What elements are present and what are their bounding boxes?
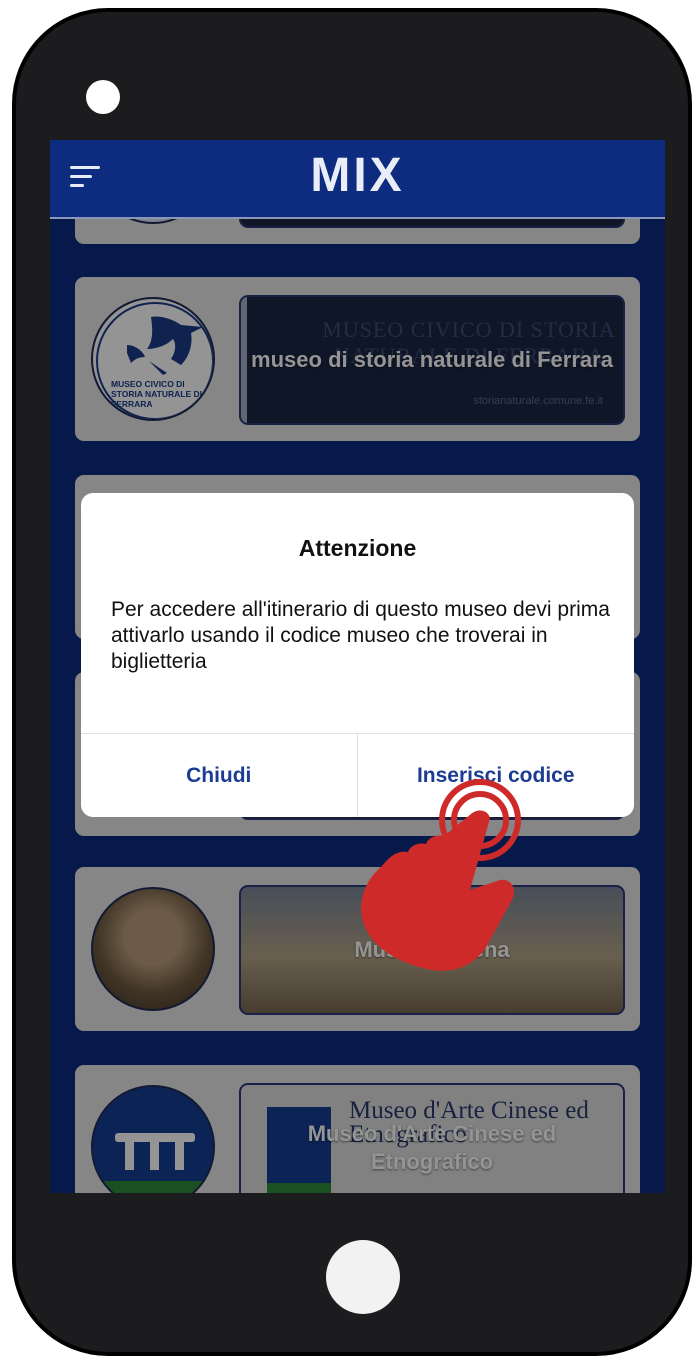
dialog-title: Attenzione	[298, 535, 417, 561]
dialog-message: Per accedere all'itinerario di questo mu…	[111, 598, 610, 673]
home-button[interactable]	[326, 1240, 400, 1314]
app-header: MIX	[50, 140, 665, 219]
tap-hand-icon	[361, 779, 521, 971]
alert-dialog: Attenzione Per accedere all'itinerario d…	[81, 493, 634, 817]
app-logo: MIX	[310, 149, 405, 202]
camera-dot	[86, 80, 120, 114]
close-button[interactable]: Chiudi	[81, 734, 358, 817]
